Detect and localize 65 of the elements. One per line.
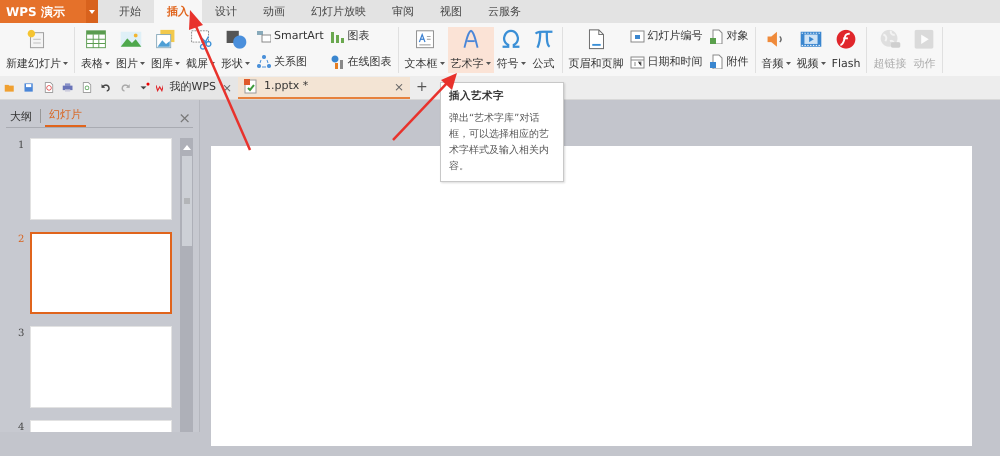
ribbon-button[interactable]: 附件 xyxy=(708,54,749,70)
slide-file-icon xyxy=(244,79,258,94)
ribbon-button[interactable]: Flash xyxy=(828,27,864,73)
new-tab-button[interactable]: + xyxy=(416,77,428,98)
scissors-icon xyxy=(188,28,212,50)
scroll-up-icon[interactable] xyxy=(182,144,190,150)
table-icon xyxy=(84,28,108,50)
menu-tab[interactable]: 设计 xyxy=(202,0,250,23)
tab-title: 1.pptx * xyxy=(264,78,310,94)
slide-thumbnail[interactable] xyxy=(30,232,172,314)
play-icon xyxy=(912,28,936,50)
gallery-icon xyxy=(154,28,178,50)
ribbon-button[interactable]: 艺术字 xyxy=(448,27,494,73)
ribbon-button[interactable]: 日期和时间 xyxy=(630,54,703,70)
menu-tab[interactable]: 开始 xyxy=(106,0,154,23)
close-button[interactable]: × xyxy=(394,78,404,96)
attachment-icon xyxy=(708,54,724,70)
cycle-icon xyxy=(256,54,271,70)
tooltip-text: 弹出“艺术字库”对话框，可以选择相应的艺术字样式及输入相关内容。 xyxy=(449,112,550,174)
ribbon-button[interactable]: 截屏 xyxy=(183,27,218,73)
ribbon-button[interactable]: 图片 xyxy=(113,27,148,73)
slide-number: 2 xyxy=(17,233,26,247)
calendar-icon xyxy=(630,54,645,70)
ribbon-button[interactable]: 新建幻灯片 xyxy=(3,27,71,73)
globe-icon xyxy=(878,28,902,50)
ribbon-button[interactable]: 图表 xyxy=(330,28,392,44)
scroll-thumb[interactable] xyxy=(182,156,192,246)
object-icon xyxy=(708,28,724,44)
preview-icon[interactable] xyxy=(81,80,92,95)
scrollbar[interactable] xyxy=(180,138,193,432)
tab-title: 我的WPS xyxy=(169,79,216,96)
menu-tab[interactable]: 动画 xyxy=(250,0,298,23)
menu-tab[interactable]: 审阅 xyxy=(379,0,427,23)
export-icon[interactable] xyxy=(42,80,54,95)
document-tab[interactable]: 1.pptx * × xyxy=(238,76,410,98)
tooltip-title: 插入艺术字 xyxy=(449,89,505,104)
slide-number: 4 xyxy=(17,421,26,432)
ribbon-button[interactable]: 对象 xyxy=(708,28,749,44)
grip-icon xyxy=(184,198,190,204)
ribbon-button[interactable]: 公式 xyxy=(528,27,559,73)
flash-icon xyxy=(834,28,858,50)
ribbon-button[interactable]: 在线图表 xyxy=(330,54,392,70)
ribbon-button[interactable]: SmartArt xyxy=(256,28,324,44)
menu-tab[interactable]: 视图 xyxy=(427,0,475,23)
panel-tab[interactable]: 大纲 xyxy=(6,106,36,127)
ribbon-button[interactable]: 视频 xyxy=(794,27,829,73)
dropdown-icon[interactable] xyxy=(89,10,95,14)
smartart-icon xyxy=(256,28,271,44)
online-chart-icon xyxy=(330,54,345,70)
ribbon-button[interactable]: 文本框 xyxy=(402,27,448,73)
ribbon-button[interactable]: 符号 xyxy=(494,27,529,73)
ribbon-button[interactable]: 关系图 xyxy=(256,54,324,70)
shapes-icon xyxy=(224,28,248,50)
ribbon-button[interactable]: 音频 xyxy=(758,27,794,73)
ribbon-button[interactable]: 表格 xyxy=(78,27,113,73)
slide-number-icon xyxy=(630,28,645,44)
slide-number: 3 xyxy=(17,327,26,341)
ribbon-button[interactable]: 幻灯片编号 xyxy=(630,28,703,44)
annotation-arrow xyxy=(390,71,459,143)
ribbon-button[interactable]: 图库 xyxy=(148,27,183,73)
menu-tab[interactable]: 幻灯片放映 xyxy=(298,0,379,23)
ribbon-button[interactable]: 页眉和页脚 xyxy=(566,27,627,73)
ribbon-button[interactable]: 形状 xyxy=(218,27,253,73)
menu-tab[interactable]: 云服务 xyxy=(475,0,534,23)
slide-number: 1 xyxy=(17,139,26,153)
